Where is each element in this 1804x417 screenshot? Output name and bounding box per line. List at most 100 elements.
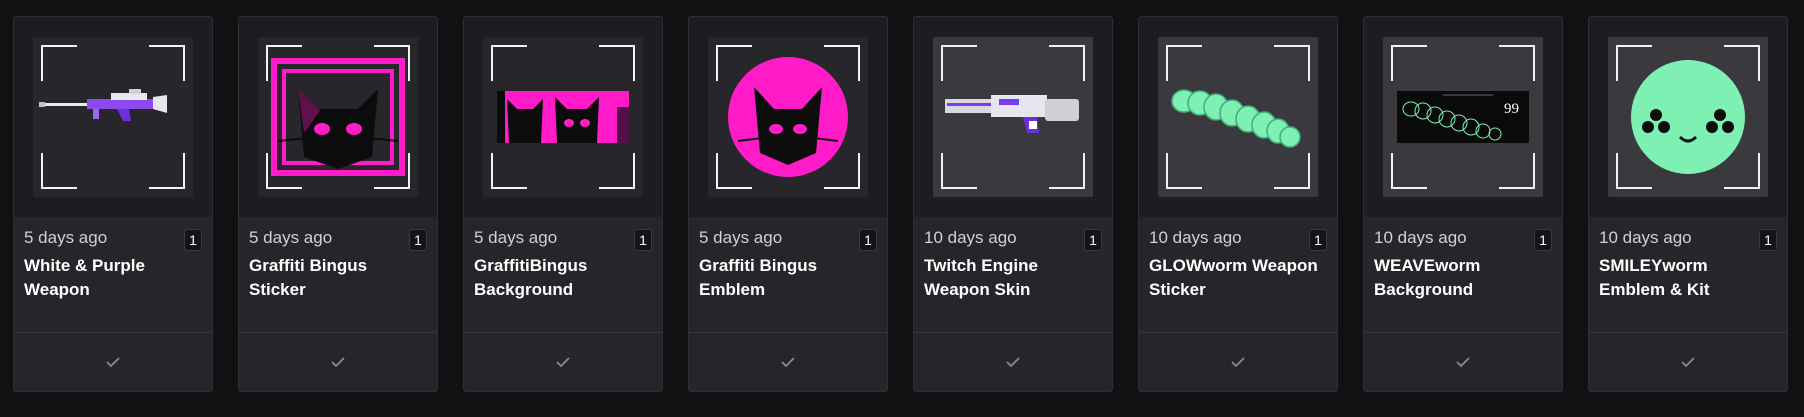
quantity-badge: 1 xyxy=(184,229,202,251)
frame-corner xyxy=(1049,45,1085,81)
frame-corner xyxy=(374,45,410,81)
frame-corner xyxy=(1391,45,1427,81)
frame-corner xyxy=(941,45,977,81)
item-info: 10 days ago 1 Twitch Engine Weapon Skin xyxy=(914,217,1112,332)
item-footer xyxy=(1364,332,1562,391)
item-name: Twitch Engine Weapon Skin xyxy=(924,256,1038,299)
item-footer xyxy=(239,332,437,391)
frame-corner xyxy=(1724,153,1760,189)
checkmark-icon[interactable] xyxy=(104,353,122,371)
item-info: 10 days ago 1 SMILEYworm Emblem & Kit xyxy=(1589,217,1787,332)
item-card[interactable]: 5 days ago 1 GraffitiBingus Background xyxy=(463,16,663,392)
item-footer xyxy=(1139,332,1337,391)
item-card[interactable]: 10 days ago 1 GLOWworm Weapon Sticker xyxy=(1138,16,1338,392)
item-footer xyxy=(914,332,1112,391)
item-card[interactable]: 5 days ago 1 Graffiti Bingus Sticker xyxy=(238,16,438,392)
item-name: GLOWworm Weapon Sticker xyxy=(1149,256,1318,299)
frame-corner xyxy=(1274,45,1310,81)
frame-corner xyxy=(41,45,77,81)
item-card[interactable]: 5 days ago 1 Graffiti Bingus Emblem xyxy=(688,16,888,392)
acquired-time: 5 days ago xyxy=(24,228,108,247)
item-thumbnail xyxy=(1608,37,1768,197)
item-thumbnail: 99 xyxy=(1383,37,1543,197)
frame-corner xyxy=(599,153,635,189)
frame-corner xyxy=(266,153,302,189)
item-info: 5 days ago 1 GraffitiBingus Background xyxy=(464,217,662,332)
frame-corner xyxy=(1724,45,1760,81)
checkmark-icon[interactable] xyxy=(1229,353,1247,371)
item-thumbnail xyxy=(708,37,868,197)
banner-number: 99 xyxy=(1504,101,1519,117)
item-name: SMILEYworm Emblem & Kit xyxy=(1599,256,1710,299)
frame-corner xyxy=(716,153,752,189)
frame-corner xyxy=(1166,153,1202,189)
checkmark-icon[interactable] xyxy=(329,353,347,371)
checkmark-icon[interactable] xyxy=(554,353,572,371)
item-info: 5 days ago 1 White & Purple Weapon xyxy=(14,217,212,332)
item-info: 10 days ago 1 GLOWworm Weapon Sticker xyxy=(1139,217,1337,332)
quantity-badge: 1 xyxy=(1534,229,1552,251)
item-footer xyxy=(1589,332,1787,391)
frame-corner xyxy=(824,153,860,189)
frame-corner xyxy=(1499,45,1535,81)
frame-corner xyxy=(491,153,527,189)
frame-corner xyxy=(374,153,410,189)
quantity-badge: 1 xyxy=(859,229,877,251)
item-thumbnail-area xyxy=(914,17,1112,217)
acquired-time: 10 days ago xyxy=(1149,228,1242,247)
acquired-time: 5 days ago xyxy=(249,228,333,247)
frame-corner xyxy=(1391,153,1427,189)
checkmark-icon[interactable] xyxy=(1004,353,1022,371)
item-thumbnail-area xyxy=(464,17,662,217)
frame-corner xyxy=(1616,153,1652,189)
item-card[interactable]: 99 10 days ago 1 WEAVEworm Background xyxy=(1363,16,1563,392)
acquired-time: 5 days ago xyxy=(699,228,783,247)
frame-corner xyxy=(824,45,860,81)
item-thumbnail-area: 99 xyxy=(1364,17,1562,217)
frame-corner xyxy=(1274,153,1310,189)
frame-corner xyxy=(1499,153,1535,189)
item-footer xyxy=(14,332,212,391)
item-thumbnail-area xyxy=(14,17,212,217)
item-card[interactable]: 10 days ago 1 Twitch Engine Weapon Skin xyxy=(913,16,1113,392)
frame-corner xyxy=(491,45,527,81)
item-thumbnail xyxy=(483,37,643,197)
quantity-badge: 1 xyxy=(1084,229,1102,251)
checkmark-icon[interactable] xyxy=(1679,353,1697,371)
checkmark-icon[interactable] xyxy=(1454,353,1472,371)
item-footer xyxy=(464,332,662,391)
acquired-time: 10 days ago xyxy=(1599,228,1692,247)
quantity-badge: 1 xyxy=(409,229,427,251)
item-info: 5 days ago 1 Graffiti Bingus Emblem xyxy=(689,217,887,332)
item-name: White & Purple Weapon xyxy=(24,256,145,299)
item-thumbnail xyxy=(258,37,418,197)
item-card[interactable]: 5 days ago 1 White & Purple Weapon xyxy=(13,16,213,392)
item-thumbnail-area xyxy=(689,17,887,217)
frame-corner xyxy=(1049,153,1085,189)
checkmark-icon[interactable] xyxy=(779,353,797,371)
frame-corner xyxy=(941,153,977,189)
item-info: 10 days ago 1 WEAVEworm Background xyxy=(1364,217,1562,332)
item-name: Graffiti Bingus Sticker xyxy=(249,256,368,299)
item-grid: 5 days ago 1 White & Purple Weapon 5 day… xyxy=(13,16,1788,392)
item-thumbnail-area xyxy=(239,17,437,217)
frame-corner xyxy=(149,45,185,81)
frame-corner xyxy=(716,45,752,81)
item-thumbnail-area xyxy=(1139,17,1337,217)
acquired-time: 10 days ago xyxy=(924,228,1017,247)
item-card[interactable]: 10 days ago 1 SMILEYworm Emblem & Kit xyxy=(1588,16,1788,392)
quantity-badge: 1 xyxy=(634,229,652,251)
item-thumbnail-area xyxy=(1589,17,1787,217)
item-info: 5 days ago 1 Graffiti Bingus Sticker xyxy=(239,217,437,332)
item-name: Graffiti Bingus Emblem xyxy=(699,256,818,299)
acquired-time: 10 days ago xyxy=(1374,228,1467,247)
frame-corner xyxy=(41,153,77,189)
item-name: WEAVEworm Background xyxy=(1374,256,1481,299)
quantity-badge: 1 xyxy=(1759,229,1777,251)
item-thumbnail xyxy=(1158,37,1318,197)
item-footer xyxy=(689,332,887,391)
item-name: GraffitiBingus Background xyxy=(474,256,588,299)
frame-corner xyxy=(1616,45,1652,81)
frame-corner xyxy=(266,45,302,81)
acquired-time: 5 days ago xyxy=(474,228,558,247)
